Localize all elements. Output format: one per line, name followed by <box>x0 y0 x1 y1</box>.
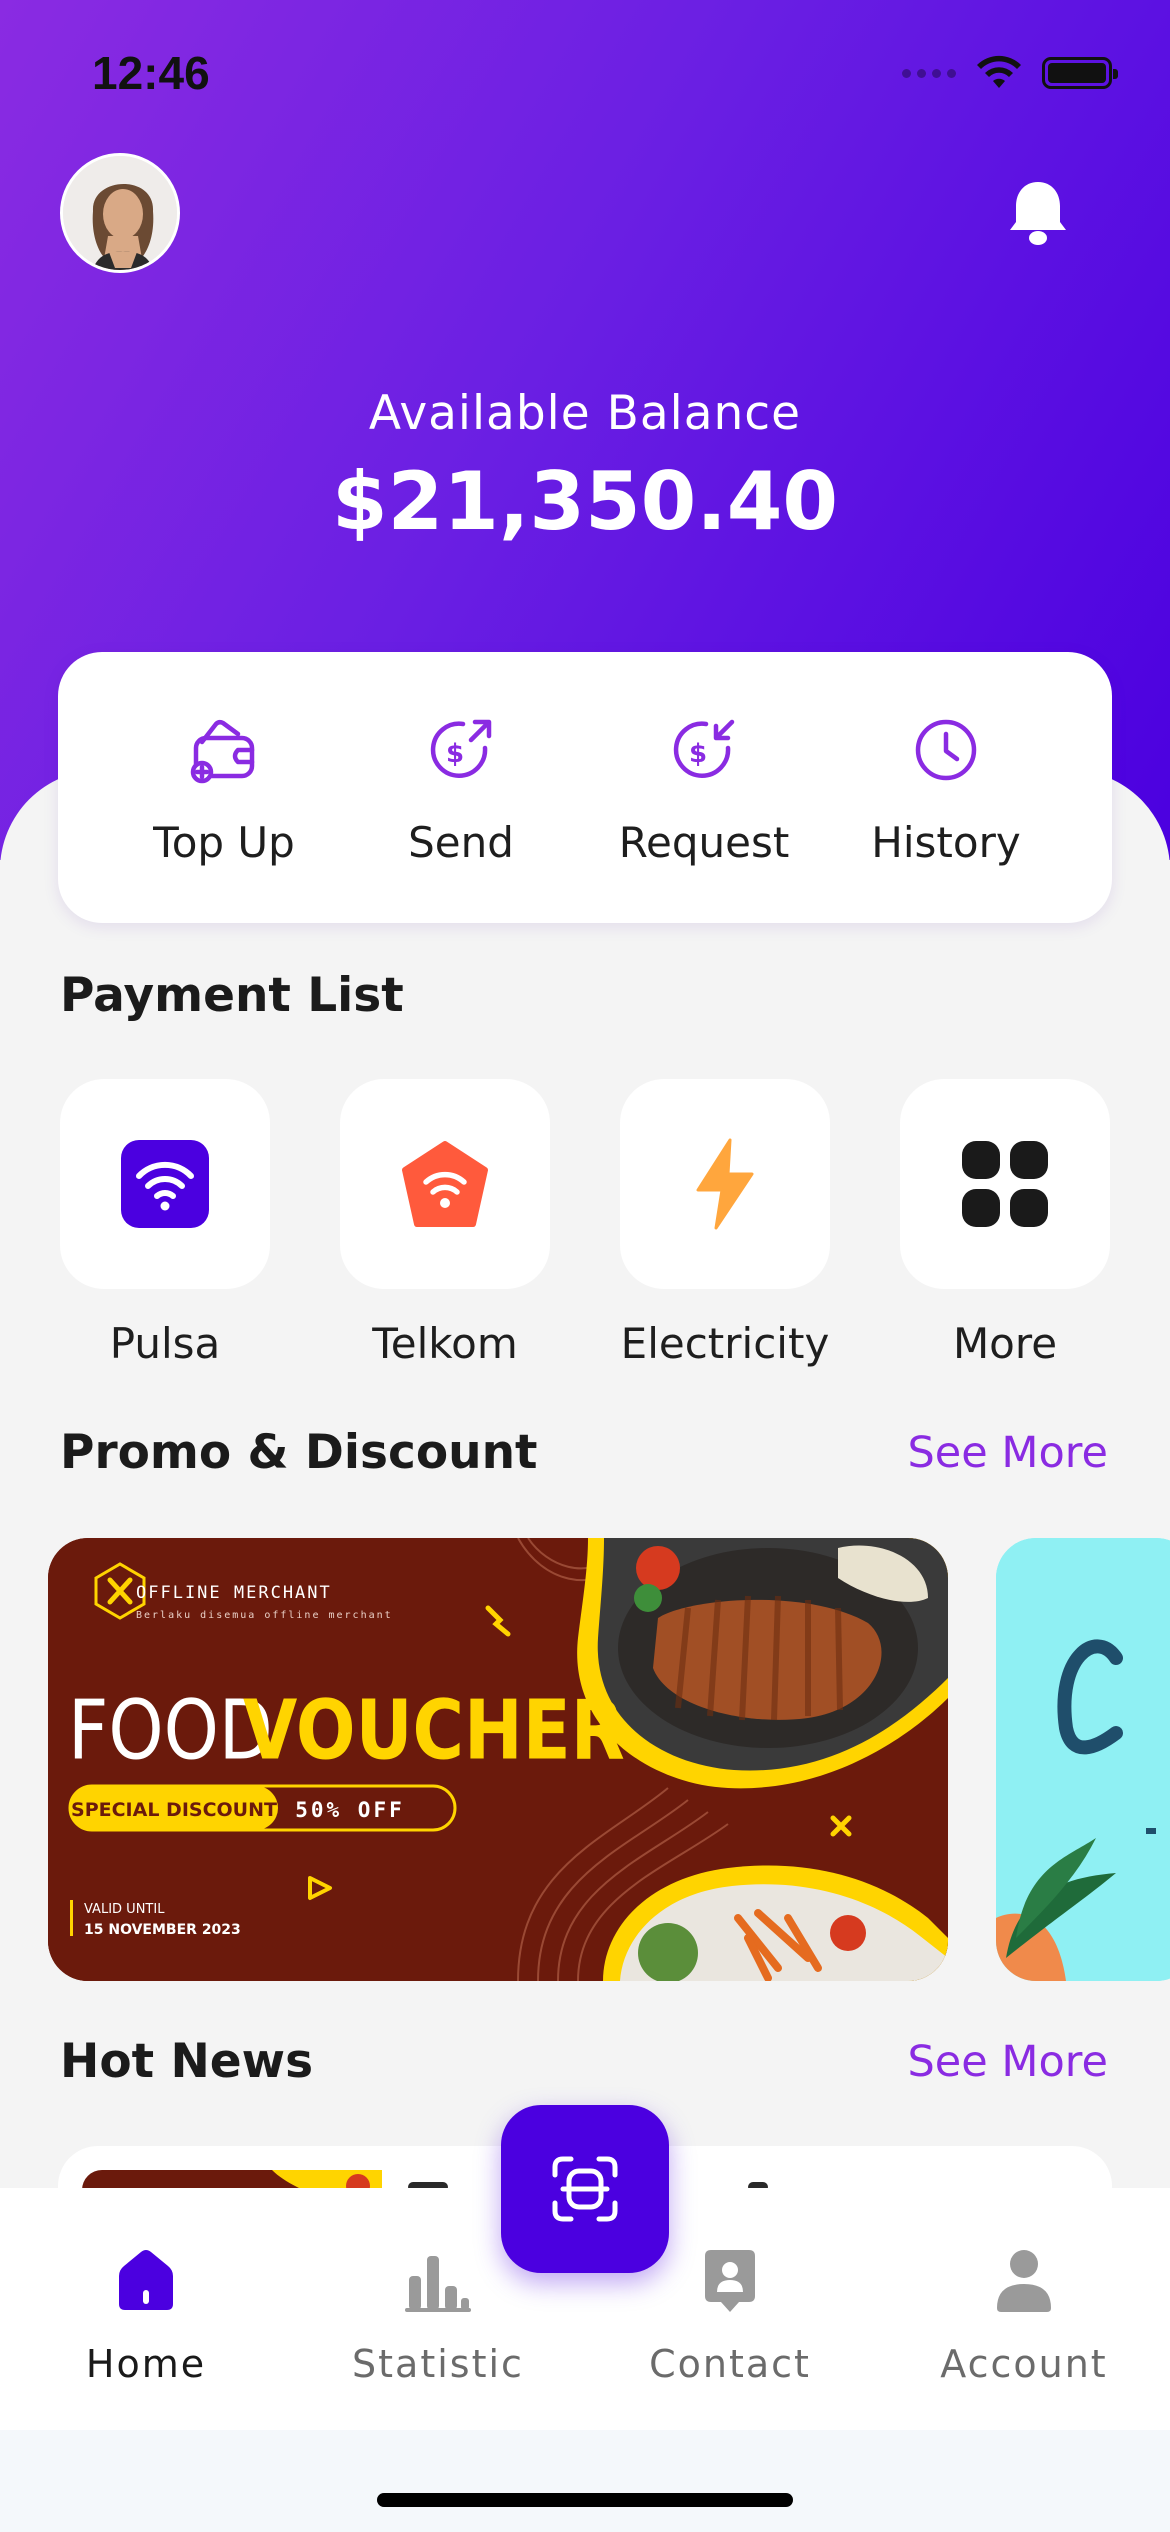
request-button[interactable]: $ Request <box>584 712 824 867</box>
bell-icon[interactable] <box>1006 178 1070 248</box>
send-money-icon: $ <box>430 719 492 778</box>
telkom-label: Telkom <box>372 1319 518 1368</box>
nav-account[interactable]: Account <box>914 2246 1134 2386</box>
history-label: History <box>871 818 1021 867</box>
wifi-home-icon <box>402 1141 488 1227</box>
user-avatar[interactable] <box>60 153 180 273</box>
contact-icon <box>705 2250 755 2312</box>
wifi-status-icon <box>977 55 1021 88</box>
balance-label: Available Balance <box>368 386 802 441</box>
payment-item-electricity[interactable]: Electricity <box>620 1079 830 1368</box>
status-time: 12:46 <box>92 47 210 99</box>
headline-voucher: VOUCHER <box>243 1683 625 1778</box>
lightning-icon <box>696 1138 754 1230</box>
nav-contact[interactable]: Contact <box>620 2246 840 2386</box>
top-up-label: Top Up <box>153 818 295 867</box>
wallet-plus-icon <box>190 719 255 784</box>
promo-banner-next[interactable] <box>996 1538 1170 1981</box>
send-label: Send <box>408 818 514 867</box>
signal-icon <box>902 68 956 78</box>
scan-icon <box>552 2156 618 2222</box>
grid-icon <box>962 1141 1048 1227</box>
promo-see-more-link[interactable]: See More <box>908 1428 1108 1478</box>
pulsa-tile[interactable] <box>60 1079 270 1289</box>
scan-button[interactable] <box>501 2105 669 2273</box>
merchant-text: OFFLINE MERCHANT <box>136 1583 332 1603</box>
svg-text:$: $ <box>446 739 464 769</box>
nav-statistic[interactable]: Statistic <box>328 2246 548 2386</box>
nav-account-label: Account <box>940 2342 1108 2386</box>
payment-item-more[interactable]: More <box>900 1079 1110 1368</box>
payment-item-telkom[interactable]: Telkom <box>340 1079 550 1368</box>
nav-statistic-label: Statistic <box>352 2342 524 2386</box>
valid-until-label: VALID UNTIL <box>84 1902 165 1917</box>
telkom-tile[interactable] <box>340 1079 550 1289</box>
battery-icon <box>1042 57 1118 89</box>
promo-title: Promo & Discount <box>60 1425 538 1480</box>
hot-news-title: Hot News <box>60 2034 314 2089</box>
nav-home-label: Home <box>85 2342 207 2386</box>
request-label: Request <box>618 818 790 867</box>
payment-item-pulsa[interactable]: Pulsa <box>60 1079 270 1368</box>
bar-chart-icon <box>405 2256 471 2312</box>
home-indicator-area <box>0 2430 1170 2532</box>
person-icon <box>997 2250 1051 2312</box>
electricity-label: Electricity <box>620 1319 830 1368</box>
home-icon <box>119 2250 173 2310</box>
balance-value: $21,350.40 <box>331 455 839 548</box>
request-money-icon: $ <box>673 719 735 778</box>
pulsa-label: Pulsa <box>109 1319 221 1368</box>
top-up-button[interactable]: Top Up <box>104 712 344 867</box>
history-button[interactable]: History <box>826 712 1066 867</box>
status-icons <box>902 54 1118 92</box>
special-discount-badge: SPECIAL DISCOUNT <box>71 1799 277 1821</box>
svg-text:$: $ <box>689 739 707 769</box>
payment-list-title: Payment List <box>60 968 404 1023</box>
discount-text: 50% OFF <box>295 1798 405 1822</box>
electricity-tile[interactable] <box>620 1079 830 1289</box>
send-button[interactable]: $ Send <box>341 712 581 867</box>
wifi-icon <box>121 1140 209 1228</box>
news-see-more-link[interactable]: See More <box>908 2037 1108 2087</box>
promo-next-graphic <box>996 1538 1170 1981</box>
home-indicator[interactable] <box>377 2493 793 2507</box>
food-voucher-banner[interactable]: OFFLINE MERCHANT Berlaku disemua offline… <box>48 1538 948 1981</box>
quick-actions-card: Top Up $ Send $ Request History <box>58 652 1112 923</box>
food-voucher-graphic: OFFLINE MERCHANT Berlaku disemua offline… <box>48 1538 948 1981</box>
nav-contact-label: Contact <box>649 2342 811 2386</box>
more-tile[interactable] <box>900 1079 1110 1289</box>
clock-icon <box>915 719 977 781</box>
nav-home[interactable]: Home <box>36 2246 256 2386</box>
more-label: More <box>952 1319 1058 1368</box>
valid-until-date: 15 NOVEMBER 2023 <box>84 1922 241 1938</box>
merchant-sub-text: Berlaku disemua offline merchant <box>136 1610 393 1621</box>
